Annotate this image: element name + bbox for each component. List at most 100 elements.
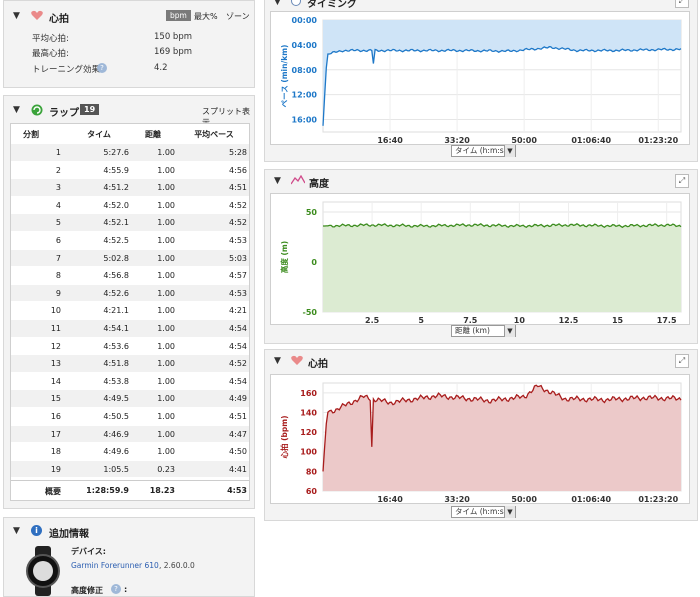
x-tick-label: 50:00	[511, 495, 537, 504]
table-row: 4 4:52.0 1.00 4:52	[11, 197, 249, 214]
table-row: 9 4:52.6 1.00 4:53	[11, 284, 249, 302]
table-cell: 1.00	[157, 306, 175, 316]
column-header[interactable]: 分割	[11, 129, 51, 140]
x-tick-label: 5	[418, 316, 424, 325]
column-header[interactable]: 平均ペース	[181, 129, 247, 140]
table-cell: 1.00	[157, 429, 175, 439]
panel-title: 追加情報	[49, 529, 89, 540]
heart-icon	[31, 10, 43, 20]
table-cell: 4:51.2	[103, 183, 129, 193]
table-cell: 1.00	[157, 288, 175, 298]
table-cell: 4:51	[229, 412, 247, 421]
device-link[interactable]: Garmin Forerunner 610	[71, 561, 159, 570]
table-cell: 4:54	[229, 376, 247, 386]
summary-time: 1:28:59.9	[86, 486, 129, 495]
y-tick-label: 50	[306, 208, 318, 217]
elevation-chart-area: 50 0 -50 2.5 5 7.5 10 12.5 15 17.5 高度 (m)	[270, 193, 690, 325]
extra-info-panel: ▼ i 追加情報 デバイス: Garmin Forerunner 610 , 2…	[3, 517, 255, 597]
table-cell: 4:21.1	[103, 306, 129, 316]
y-tick-label: 140	[300, 408, 317, 417]
table-cell: 9	[55, 288, 61, 298]
column-header[interactable]: 距離	[131, 129, 175, 140]
collapse-toggle-icon[interactable]: ▼	[13, 11, 20, 21]
tab-zones[interactable]: ゾーン	[226, 11, 250, 22]
table-row: 15 4:49.5 1.00 4:49	[11, 390, 249, 407]
table-cell: 4:49.6	[103, 447, 129, 457]
collapse-toggle-icon[interactable]: ▼	[274, 356, 281, 366]
panel-title: ラップ	[49, 108, 79, 119]
table-cell: 8	[55, 271, 61, 281]
table-cell: 4:49.5	[103, 394, 129, 404]
table-cell: 4:50	[229, 447, 247, 457]
x-tick-label: 50:00	[511, 136, 537, 145]
collapse-toggle-icon[interactable]: ▼	[274, 0, 281, 7]
table-cell: 1.00	[157, 253, 175, 263]
help-icon[interactable]: ?	[97, 63, 107, 73]
collapse-toggle-icon[interactable]: ▼	[13, 526, 20, 536]
table-cell: 1:05.5	[103, 464, 129, 474]
table-row: 14 4:53.8 1.00 4:54	[11, 373, 249, 390]
table-cell: 1.00	[157, 341, 175, 351]
y-tick-label: 16:00	[292, 116, 318, 125]
expand-icon[interactable]: ⤢	[675, 174, 689, 188]
x-tick-label: 15	[612, 316, 624, 325]
y-axis-label: 心拍 (bpm)	[279, 415, 289, 458]
x-tick-label: 10	[514, 316, 526, 325]
table-row: 8 4:56.8 1.00 4:57	[11, 267, 249, 284]
colon: :	[124, 585, 128, 594]
table-cell: 1.00	[157, 376, 175, 386]
tab-bpm[interactable]: bpm	[166, 10, 191, 21]
x-tick-label: 12.5	[559, 316, 579, 325]
table-row: 19 1:05.5 0.23 4:41	[11, 460, 249, 478]
y-tick-label: 04:00	[292, 41, 318, 50]
table-row: 2 4:55.9 1.00 4:56	[11, 162, 249, 179]
summary-row: 概要 1:28:59.9 18.23 4:53	[11, 480, 249, 500]
x-tick-label: 01:06:40	[571, 136, 611, 145]
table-cell: 4:46.9	[103, 429, 129, 439]
collapse-toggle-icon[interactable]: ▼	[274, 176, 281, 186]
table-cell: 4:52.0	[103, 200, 129, 210]
elevation-x-axis-select[interactable]: 距離 (km) ▼	[451, 325, 516, 337]
y-tick-label: 12:00	[292, 91, 318, 100]
y-axis-label: 高度 (m)	[279, 241, 289, 273]
table-cell: 1.00	[157, 271, 175, 281]
help-icon[interactable]: ?	[111, 584, 121, 594]
table-cell: 1.00	[157, 183, 175, 193]
x-tick-label: 01:23:20	[638, 136, 678, 145]
table-cell: 4:55.9	[103, 165, 129, 175]
collapse-toggle-icon[interactable]: ▼	[13, 105, 20, 115]
table-row: 13 4:51.8 1.00 4:52	[11, 355, 249, 372]
table-cell: 4:50.5	[103, 412, 129, 421]
pace-x-axis-select[interactable]: タイム (h:m:s) ▼	[451, 145, 516, 157]
table-cell: 4:52	[229, 218, 247, 228]
elevation-icon	[291, 175, 305, 185]
table-cell: 1.00	[157, 200, 175, 210]
avg-hr-value: 150 bpm	[154, 32, 192, 42]
table-cell: 1.00	[157, 218, 175, 228]
expand-icon[interactable]: ⤢	[675, 0, 689, 8]
table-row: 7 5:02.8 1.00 5:03	[11, 249, 249, 267]
column-header[interactable]: タイム	[69, 129, 129, 140]
table-cell: 12	[50, 341, 61, 351]
x-tick-label: 01:06:40	[571, 495, 611, 504]
table-cell: 13	[50, 359, 61, 369]
x-tick-label: 33:20	[444, 495, 470, 504]
training-effect-label: トレーニング効果	[32, 65, 101, 75]
summary-distance: 18.23	[149, 486, 175, 495]
table-cell: 6	[55, 236, 61, 245]
tab-max-percent[interactable]: 最大%	[194, 11, 218, 22]
x-tick-label: 2.5	[365, 316, 380, 325]
max-hr-value: 169 bpm	[154, 47, 192, 57]
clock-icon	[291, 0, 301, 6]
expand-icon[interactable]: ⤢	[675, 354, 689, 368]
table-row: 5 4:52.1 1.00 4:52	[11, 214, 249, 231]
heart-x-axis-select[interactable]: タイム (h:m:s) ▼	[451, 506, 516, 518]
table-cell: 4:52.6	[103, 288, 129, 298]
laps-table: 分割 タイム 距離 平均ペース 1 5:27.6 1.00 5:28 2 4:55.9 1.…	[10, 123, 250, 501]
avg-hr-label: 平均心拍:	[32, 34, 69, 44]
table-row: 12 4:53.6 1.00 4:54	[11, 338, 249, 355]
heart-chart-area: 160 140 120 100 80 60 16:40 33:20 50:00 01:06:40 0…	[270, 374, 690, 504]
x-tick-label: 17.5	[657, 316, 677, 325]
table-cell: 4:21	[229, 306, 247, 316]
chevron-down-icon: ▼	[504, 506, 515, 518]
